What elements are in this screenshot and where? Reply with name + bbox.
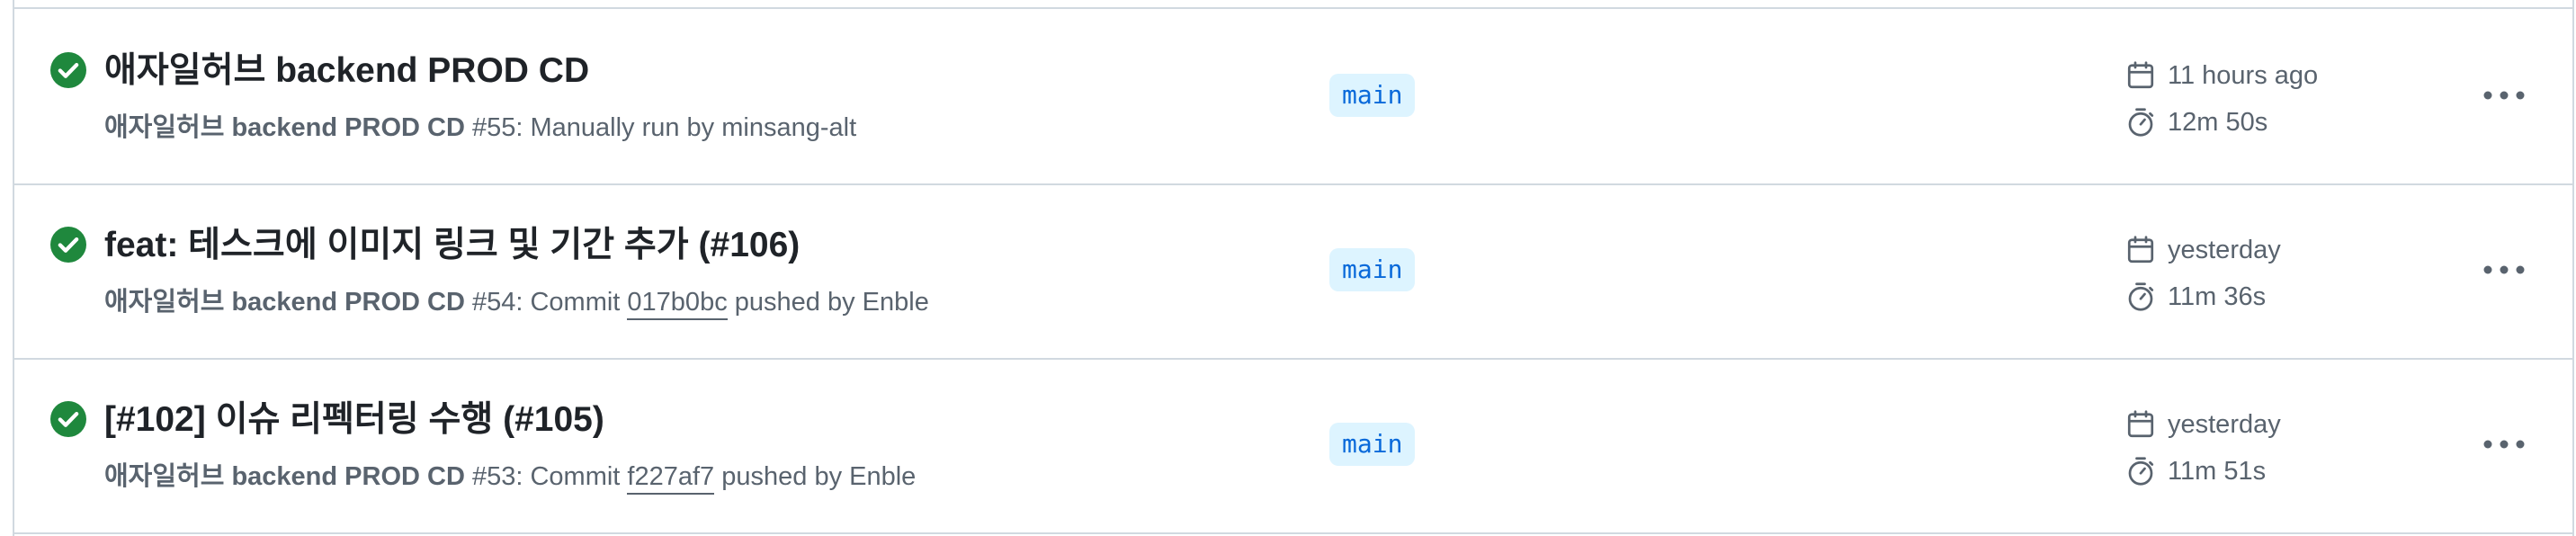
run-meta: 애자일허브 backend PROD CD #55: Manually run …: [104, 110, 856, 146]
stopwatch-icon: [2128, 457, 2154, 486]
run-event-suffix: pushed by Enble: [714, 462, 917, 491]
run-number: #53: [471, 462, 516, 491]
branch-badge[interactable]: main: [1329, 248, 1416, 291]
check-circle-fill-icon: [50, 227, 86, 263]
run-meta: 애자일허브 backend PROD CD #53: Commit f227af…: [104, 459, 916, 495]
run-duration: 12m 50s: [2124, 103, 2267, 142]
run-number: #55: [471, 113, 516, 142]
run-menu-button[interactable]: [2479, 426, 2529, 462]
workflow-run-row[interactable]: feat: 테스크에 이미지 링크 및 기간 추가 (#106) 애자일허브 b…: [14, 183, 2572, 360]
kebab-horizontal-icon: [2483, 440, 2525, 449]
check-circle-fill-icon: [50, 52, 86, 88]
run-started: 11 hours ago: [2124, 56, 2318, 95]
commit-sha-link[interactable]: 017b0bc: [627, 288, 728, 320]
stopwatch-icon: [2128, 108, 2154, 137]
run-duration: 11m 51s: [2124, 451, 2266, 491]
run-duration-text: 12m 50s: [2168, 107, 2268, 137]
calendar-icon: [2127, 61, 2154, 89]
branch-badge[interactable]: main: [1329, 74, 1416, 117]
branch-badge[interactable]: main: [1329, 423, 1416, 466]
run-event: : Commit: [515, 288, 628, 317]
run-started-text: yesterday: [2168, 235, 2281, 264]
workflow-name: 애자일허브 backend PROD CD: [104, 462, 465, 491]
run-started: yesterday: [2124, 230, 2281, 270]
run-meta: 애자일허브 backend PROD CD #54: Commit 017b0b…: [104, 284, 929, 320]
run-duration-text: 11m 36s: [2168, 281, 2267, 311]
stopwatch-icon: [2128, 282, 2154, 311]
run-event: : Commit: [515, 462, 628, 491]
run-title-link[interactable]: feat: 테스크에 이미지 링크 및 기간 추가 (#106): [104, 223, 800, 268]
run-duration-text: 11m 51s: [2168, 456, 2267, 486]
workflow-run-row[interactable]: 애자일허브 backend PROD CD 애자일허브 backend PROD…: [14, 9, 2572, 185]
run-event-suffix: pushed by Enble: [727, 288, 929, 317]
run-title-link[interactable]: 애자일허브 backend PROD CD: [104, 49, 589, 94]
check-circle-fill-icon: [50, 401, 86, 437]
workflow-runs-list: 애자일허브 backend PROD CD 애자일허브 backend PROD…: [13, 0, 2574, 536]
commit-sha-link[interactable]: f227af7: [627, 462, 715, 495]
run-menu-button[interactable]: [2479, 252, 2529, 288]
run-started-text: 11 hours ago: [2168, 60, 2319, 90]
workflow-name: 애자일허브 backend PROD CD: [104, 113, 465, 142]
run-started: yesterday: [2124, 405, 2281, 444]
workflow-name: 애자일허브 backend PROD CD: [104, 288, 465, 317]
run-event: : Manually run by minsang-alt: [515, 113, 857, 142]
run-menu-button[interactable]: [2479, 77, 2529, 113]
kebab-horizontal-icon: [2483, 265, 2525, 274]
run-number: #54: [471, 288, 516, 317]
run-title-link[interactable]: [#102] 이슈 리펙터링 수행 (#105): [104, 398, 604, 442]
workflow-run-row[interactable]: [#102] 이슈 리펙터링 수행 (#105) 애자일허브 backend P…: [14, 358, 2572, 534]
calendar-icon: [2127, 410, 2154, 438]
calendar-icon: [2127, 236, 2154, 264]
run-started-text: yesterday: [2168, 409, 2281, 439]
run-duration: 11m 36s: [2124, 277, 2266, 317]
kebab-horizontal-icon: [2483, 91, 2525, 100]
